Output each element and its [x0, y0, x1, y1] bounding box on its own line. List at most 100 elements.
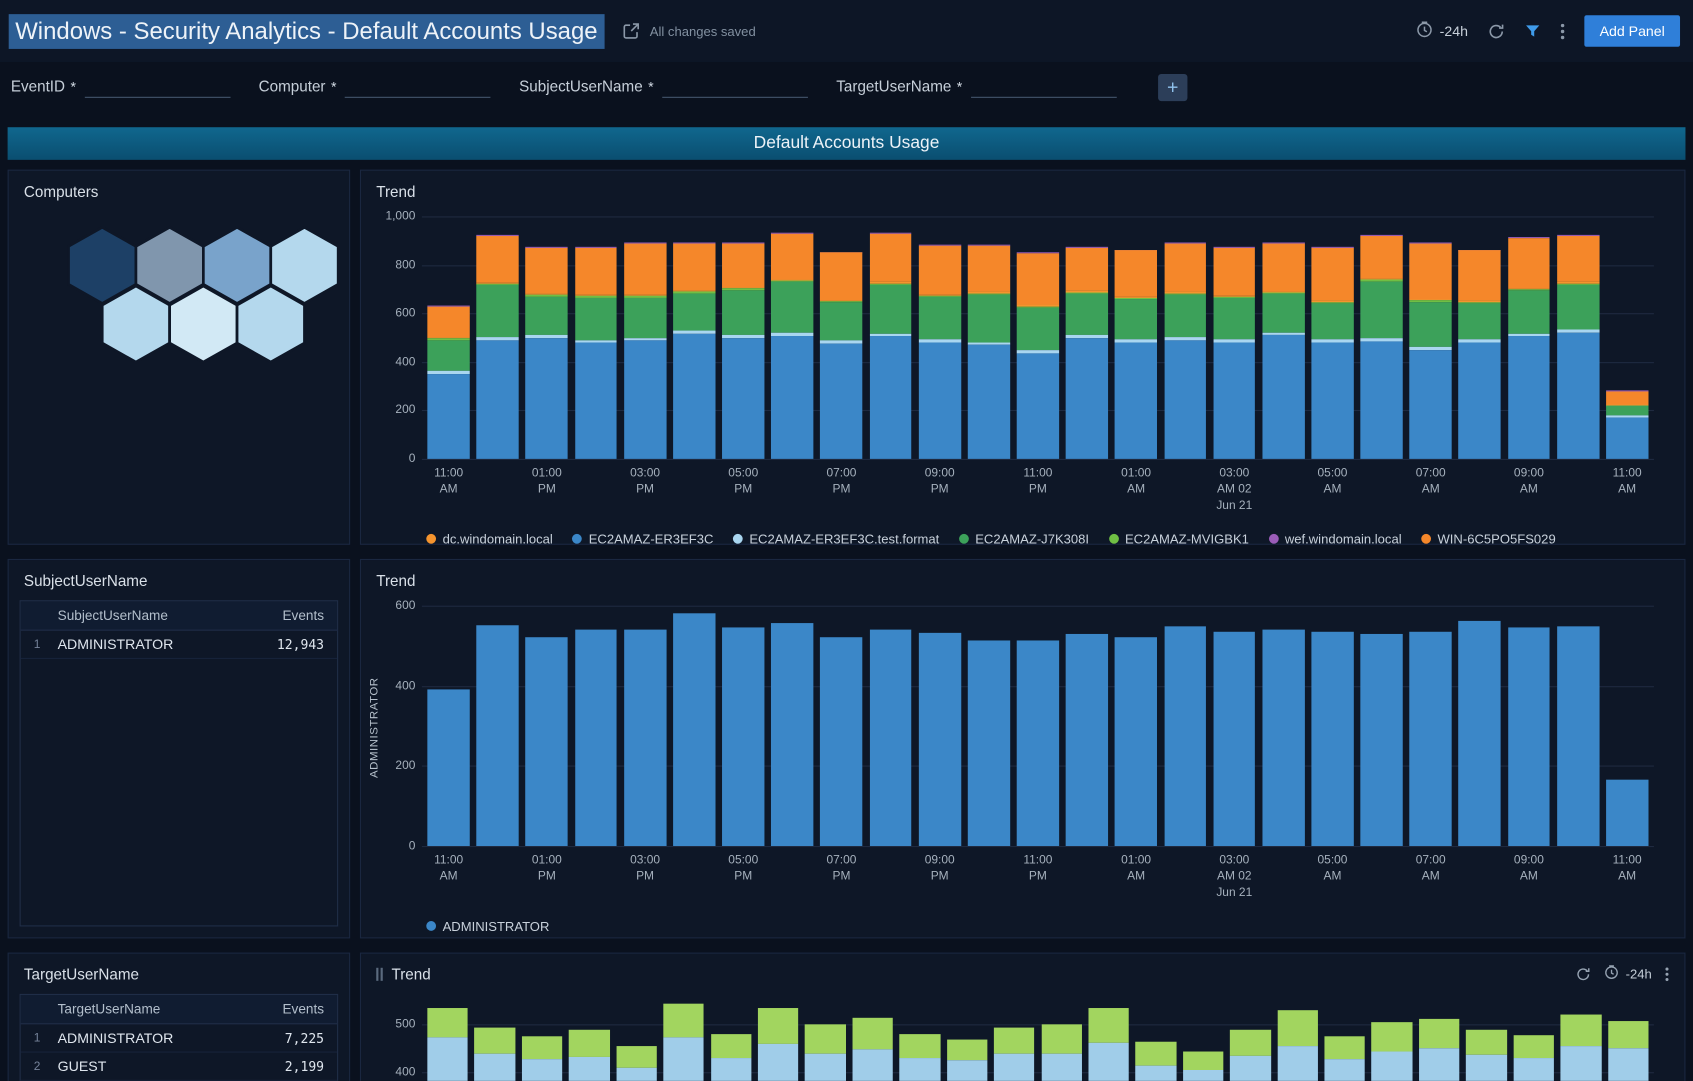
bar[interactable]	[1466, 1030, 1507, 1081]
bar[interactable]	[1360, 235, 1402, 459]
bar[interactable]	[968, 245, 1010, 459]
bar[interactable]	[624, 242, 666, 458]
bar[interactable]	[1410, 242, 1452, 458]
bar[interactable]	[820, 252, 862, 459]
bar[interactable]	[477, 235, 519, 459]
bar[interactable]	[427, 1008, 468, 1081]
bar[interactable]	[1372, 1022, 1413, 1081]
targetusername-input[interactable]	[971, 76, 1117, 98]
bar[interactable]	[428, 305, 470, 458]
computer-input[interactable]	[345, 76, 491, 98]
bar[interactable]	[526, 637, 568, 846]
drag-handle-icon[interactable]	[376, 967, 383, 980]
bar[interactable]	[1066, 247, 1108, 459]
bar[interactable]	[1557, 235, 1599, 459]
bar[interactable]	[968, 641, 1010, 846]
eventid-input[interactable]	[85, 76, 231, 98]
bar[interactable]	[1608, 1021, 1649, 1081]
filter-icon[interactable]	[1525, 23, 1541, 39]
bar[interactable]	[1213, 247, 1255, 459]
bar[interactable]	[1115, 250, 1157, 459]
bar[interactable]	[1419, 1019, 1460, 1081]
legend-item[interactable]: ADMINISTRATOR	[426, 918, 549, 933]
kebab-menu-icon[interactable]	[1665, 966, 1669, 981]
table-row[interactable]: 1 ADMINISTRATOR 12,943	[21, 631, 337, 659]
bar[interactable]	[869, 630, 911, 846]
table-row[interactable]: 2 GUEST 2,199	[21, 1053, 337, 1081]
bar[interactable]	[1017, 641, 1059, 846]
bar[interactable]	[1262, 630, 1304, 846]
bar[interactable]	[1606, 780, 1648, 846]
legend-item[interactable]: EC2AMAZ-ER3EF3C.test.format	[733, 531, 939, 546]
bar[interactable]	[1164, 242, 1206, 458]
chart-plot[interactable]	[422, 606, 1654, 846]
bar[interactable]	[1066, 634, 1108, 846]
bar[interactable]	[722, 242, 764, 458]
bar[interactable]	[1410, 631, 1452, 846]
bar[interactable]	[1213, 631, 1255, 846]
share-icon[interactable]	[622, 22, 640, 40]
bar[interactable]	[1606, 391, 1648, 459]
legend-item[interactable]: EC2AMAZ-MVIGBK1	[1109, 531, 1249, 546]
bar[interactable]	[575, 247, 617, 459]
add-panel-button[interactable]: Add Panel	[1584, 15, 1680, 47]
bar[interactable]	[919, 633, 961, 846]
bar[interactable]	[1183, 1051, 1224, 1081]
bar[interactable]	[1459, 621, 1501, 846]
time-range-control[interactable]: -24h	[1416, 21, 1468, 42]
bar[interactable]	[1262, 242, 1304, 458]
bar[interactable]	[1459, 250, 1501, 459]
bar[interactable]	[1508, 627, 1550, 846]
table-row[interactable]: 1 ADMINISTRATOR 7,225	[21, 1024, 337, 1052]
bar[interactable]	[852, 1018, 893, 1081]
bar[interactable]	[1325, 1037, 1366, 1081]
bar[interactable]	[1360, 634, 1402, 846]
bar[interactable]	[1115, 637, 1157, 846]
bar[interactable]	[1311, 247, 1353, 459]
bar[interactable]	[869, 233, 911, 459]
bar[interactable]	[663, 1003, 704, 1081]
bar[interactable]	[1311, 631, 1353, 846]
bar[interactable]	[900, 1034, 941, 1081]
bar[interactable]	[1164, 627, 1206, 846]
add-filter-button[interactable]: +	[1158, 73, 1187, 100]
bar[interactable]	[428, 689, 470, 846]
bar[interactable]	[1561, 1014, 1602, 1081]
bar[interactable]	[575, 630, 617, 846]
bar[interactable]	[919, 245, 961, 459]
bar[interactable]	[820, 638, 862, 846]
bar[interactable]	[1136, 1041, 1177, 1080]
bar[interactable]	[1041, 1025, 1082, 1081]
refresh-icon[interactable]	[1488, 22, 1505, 39]
bar[interactable]	[994, 1027, 1035, 1081]
legend-item[interactable]: EC2AMAZ-ER3EF3C	[572, 531, 713, 546]
bar[interactable]	[1557, 627, 1599, 846]
bar[interactable]	[673, 242, 715, 458]
bar[interactable]	[616, 1046, 657, 1081]
legend-item[interactable]: dc.windomain.local	[426, 531, 553, 546]
bar[interactable]	[758, 1008, 799, 1081]
bar[interactable]	[947, 1039, 988, 1081]
bar[interactable]	[1230, 1030, 1271, 1081]
bar[interactable]	[1088, 1008, 1129, 1081]
chart-plot[interactable]	[422, 216, 1654, 458]
bar[interactable]	[711, 1034, 752, 1081]
legend-item[interactable]: EC2AMAZ-J7K308I	[959, 531, 1089, 546]
bar[interactable]	[475, 1027, 516, 1081]
legend-item[interactable]: WIN-6C5PO5FS029	[1421, 531, 1556, 546]
kebab-menu-icon[interactable]	[1560, 22, 1564, 39]
bar[interactable]	[477, 626, 519, 846]
bar[interactable]	[1277, 1010, 1318, 1080]
bar[interactable]	[569, 1030, 610, 1081]
bar[interactable]	[771, 623, 813, 846]
panel-time-range[interactable]: -24h	[1604, 965, 1652, 983]
bar[interactable]	[722, 627, 764, 846]
bar[interactable]	[1513, 1035, 1554, 1081]
legend-item[interactable]: wef.windomain.local	[1269, 531, 1402, 546]
bar[interactable]	[805, 1025, 846, 1081]
bar[interactable]	[624, 630, 666, 846]
subjectusername-input[interactable]	[662, 76, 808, 98]
bar[interactable]	[522, 1037, 563, 1081]
bar[interactable]	[673, 613, 715, 846]
bar[interactable]	[1508, 238, 1550, 459]
